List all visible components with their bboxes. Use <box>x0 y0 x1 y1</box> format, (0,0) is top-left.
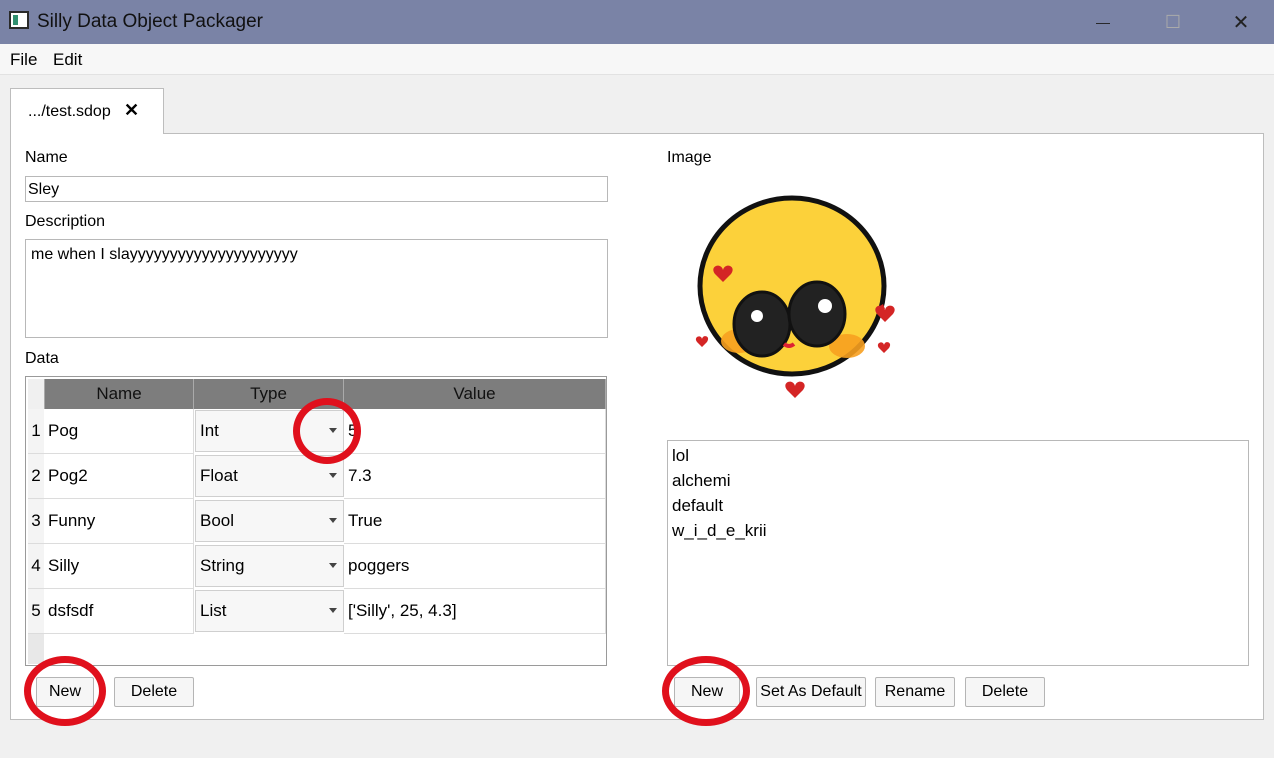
close-button[interactable]: ✕ <box>1206 0 1274 44</box>
row-number[interactable]: 3 <box>28 499 44 544</box>
tab-label: .../test.sdop <box>28 103 111 120</box>
list-item[interactable]: lol <box>672 446 689 466</box>
close-icon: ✕ <box>1232 11 1250 34</box>
table-corner <box>28 379 45 409</box>
type-combo[interactable]: Bool <box>195 500 344 542</box>
set-default-button[interactable]: Set As Default <box>756 677 866 707</box>
row-number[interactable]: 2 <box>28 454 44 499</box>
window-title: Silly Data Object Packager <box>37 11 263 32</box>
list-item[interactable]: w_i_d_e_krii <box>672 521 767 541</box>
cell-name[interactable]: Funny <box>44 499 194 544</box>
blushing-emoji-icon <box>695 195 895 398</box>
tab-test-sdop[interactable]: .../test.sdop ✕ <box>10 88 164 134</box>
chevron-down-icon <box>329 563 337 568</box>
type-combo[interactable]: String <box>195 545 344 587</box>
list-item[interactable]: alchemi <box>672 471 731 491</box>
cell-name[interactable]: dsfsdf <box>44 589 194 634</box>
image-list[interactable]: lol alchemi default w_i_d_e_krii <box>667 440 1249 666</box>
cell-value[interactable]: 7.3 <box>344 454 606 499</box>
row-number[interactable]: 5 <box>28 589 44 634</box>
menu-bar <box>0 44 1274 75</box>
chevron-down-icon <box>329 518 337 523</box>
cell-name[interactable]: Pog <box>44 409 194 454</box>
data-label: Data <box>25 350 59 367</box>
type-combo-value: Bool <box>200 511 235 530</box>
cell-value[interactable]: 5 <box>344 409 606 454</box>
cell-value[interactable]: ['Silly', 25, 4.3] <box>344 589 606 634</box>
type-combo-value: String <box>200 556 245 575</box>
chevron-down-icon <box>329 473 337 478</box>
tab-close-icon[interactable]: ✕ <box>124 100 139 121</box>
row-header-empty <box>28 634 44 664</box>
row-number[interactable]: 1 <box>28 409 44 454</box>
rename-button[interactable]: Rename <box>875 677 955 707</box>
description-textarea[interactable]: me when I slayyyyyyyyyyyyyyyyyyyyy <box>25 239 608 338</box>
app-icon <box>9 11 29 29</box>
menu-edit[interactable]: Edit <box>53 50 82 70</box>
delete-data-button[interactable]: Delete <box>114 677 194 707</box>
menu-file[interactable]: File <box>10 50 37 70</box>
description-label: Description <box>25 213 106 230</box>
image-preview <box>667 176 922 428</box>
image-label: Image <box>667 149 712 166</box>
maximize-icon: ☐ <box>1164 11 1182 32</box>
highlight-ring <box>24 656 106 726</box>
maximize-button[interactable]: ☐ <box>1138 0 1208 44</box>
delete-image-button[interactable]: Delete <box>965 677 1045 707</box>
type-combo[interactable]: List <box>195 590 344 632</box>
highlight-ring <box>293 398 361 464</box>
type-combo-value: Int <box>200 421 219 440</box>
list-item[interactable]: default <box>672 496 723 516</box>
highlight-ring <box>662 656 750 726</box>
cell-value[interactable]: True <box>344 499 606 544</box>
minimize-icon: — <box>1096 14 1110 30</box>
minimize-button[interactable]: — <box>1068 0 1138 44</box>
header-name[interactable]: Name <box>45 379 194 409</box>
type-combo-value: Float <box>200 466 238 485</box>
name-label: Name <box>25 149 68 166</box>
cell-name[interactable]: Pog2 <box>44 454 194 499</box>
chevron-down-icon <box>329 608 337 613</box>
type-combo-value: List <box>200 601 227 620</box>
header-value[interactable]: Value <box>344 379 606 409</box>
name-input[interactable]: Sley <box>25 176 608 202</box>
cell-name[interactable]: Silly <box>44 544 194 589</box>
cell-value[interactable]: poggers <box>344 544 606 589</box>
row-number[interactable]: 4 <box>28 544 44 589</box>
